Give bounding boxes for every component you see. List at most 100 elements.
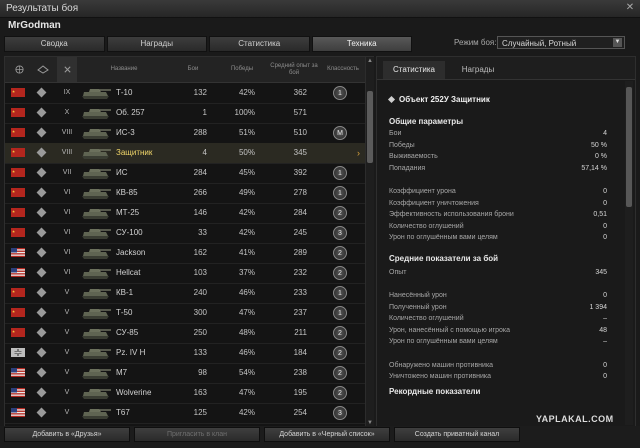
tier-cell: VI: [63, 249, 71, 256]
vehicle-name: Т-10: [116, 88, 133, 97]
col-wins[interactable]: Победы: [217, 57, 267, 82]
mastery-badge-icon: 1: [333, 286, 347, 300]
scroll-thumb[interactable]: [367, 91, 373, 163]
invite-clan-button[interactable]: Пригласить в клан: [134, 427, 260, 442]
stat-label: Количество оглушений: [389, 315, 464, 322]
table-row[interactable]: V Wolverine 163 47% 195 2: [5, 383, 365, 404]
table-row[interactable]: V T67 125 42% 254 3: [5, 403, 365, 424]
table-row[interactable]: X Об. 257 1 100% 571: [5, 103, 365, 124]
general-stat-row: Бои 4: [389, 129, 607, 139]
vehicle-name: Wolverine: [116, 388, 152, 397]
stat-label: Выживаемость: [389, 153, 438, 160]
vehicle-name: ИС: [116, 168, 128, 177]
stat-label: Урон по оглушённым вами целям: [389, 338, 498, 345]
damage-stat-row: Урон, нанесённый с помощью игрока 48: [389, 326, 607, 336]
tier-cell: VIII: [61, 129, 73, 136]
scroll-up-icon[interactable]: ▲: [366, 57, 374, 65]
tier-cell: V: [64, 309, 70, 316]
mastery-badge-icon: M: [333, 126, 347, 140]
ratio-stat-row: Урон по оглушённым вами целям 0: [389, 233, 607, 243]
tier-cell: V: [64, 369, 70, 376]
tier-sort-icon[interactable]: [57, 57, 77, 82]
detail-scrollbar[interactable]: [625, 81, 633, 425]
vehicle-name: Об. 257: [116, 108, 145, 117]
table-row[interactable]: VIII Защитник 4 50% 345 ›: [5, 143, 365, 164]
tab-vehicles[interactable]: Техника: [311, 36, 412, 52]
detail-tab-statistics[interactable]: Статистика: [383, 61, 445, 79]
stat-value: 0: [603, 373, 607, 380]
table-row[interactable]: VIII ИС-3 288 51% 510 M: [5, 123, 365, 144]
vehicle-class-icon: [36, 207, 47, 218]
wins-cell: 45%: [238, 168, 255, 177]
stat-value: 50 %: [591, 141, 607, 149]
mastery-badge-icon: 2: [333, 246, 347, 260]
table-scrollbar[interactable]: ▲ ▼: [365, 57, 374, 427]
wins-cell: 41%: [238, 248, 255, 257]
damage-stat-row: Урон по оглушённым вами целям –: [389, 337, 607, 347]
avg-exp-cell: 278: [293, 188, 307, 197]
avg-exp-cell: 184: [293, 348, 307, 357]
mastery-badge-icon: 1: [333, 166, 347, 180]
mastery-badge-icon: 2: [333, 346, 347, 360]
stat-value: 4: [603, 130, 607, 137]
table-row[interactable]: V Т-50 300 47% 237 1: [5, 303, 365, 324]
battles-cell: 98: [198, 368, 207, 377]
wins-cell: 46%: [238, 288, 255, 297]
avg-exp-cell: 289: [293, 248, 307, 257]
battles-cell: 133: [193, 348, 207, 357]
table-row[interactable]: VI МТ-25 146 42% 284 2: [5, 203, 365, 224]
battle-mode-select[interactable]: Случайный, Ротный ▼: [497, 36, 625, 49]
ratio-stat-row: Количество оглушений 0: [389, 222, 607, 232]
stat-value: 0: [603, 234, 607, 241]
table-row[interactable]: VI Jackson 162 41% 289 2: [5, 243, 365, 264]
add-friend-button[interactable]: Добавить в «Друзья»: [4, 427, 130, 442]
avg-exp-cell: 284: [293, 208, 307, 217]
col-name[interactable]: Название: [79, 57, 169, 82]
vehicle-name: СУ-100: [116, 228, 143, 237]
col-mastery[interactable]: Классность: [321, 57, 365, 82]
table-row[interactable]: V СУ-85 250 48% 211 2: [5, 323, 365, 344]
table-row[interactable]: V Pz. IV H 133 46% 184 2: [5, 343, 365, 364]
wins-cell: 100%: [234, 108, 255, 117]
create-channel-button[interactable]: Создать приватный канал: [394, 427, 520, 442]
battles-cell: 103: [193, 268, 207, 277]
add-blacklist-button[interactable]: Добавить в «Черный список»: [264, 427, 390, 442]
nation-sort-icon[interactable]: [9, 57, 29, 82]
stat-value: 345: [595, 268, 607, 276]
table-row[interactable]: V M7 98 54% 238 2: [5, 363, 365, 384]
avg-exp-cell: 232: [293, 268, 307, 277]
vehicle-class-icon: [36, 247, 47, 258]
mastery-badge-icon: 3: [333, 226, 347, 240]
type-sort-icon[interactable]: [31, 57, 55, 82]
ratio-stat-row: Коэффициент уничтожения 0: [389, 199, 607, 209]
vehicle-detail-panel: Статистика Награды Объект 252У Защитник …: [376, 56, 636, 428]
detail-scroll-thumb[interactable]: [626, 87, 632, 207]
table-row[interactable]: IX Т-10 132 42% 362 1: [5, 83, 365, 104]
battles-cell: 250: [193, 328, 207, 337]
col-battles[interactable]: Бои: [171, 57, 215, 82]
table-row[interactable]: VII ИС 284 45% 392 1: [5, 163, 365, 184]
window-title: Результаты боя: [6, 3, 79, 14]
detail-tab-awards[interactable]: Награды: [447, 61, 509, 79]
table-row[interactable]: VI КВ-85 266 49% 278 1: [5, 183, 365, 204]
stat-label: Полученный урон: [389, 303, 447, 311]
battles-cell: 300: [193, 308, 207, 317]
tab-statistics[interactable]: Статистика: [209, 36, 310, 52]
stat-value: 48: [599, 326, 607, 334]
mastery-badge-icon: 2: [333, 206, 347, 220]
average-stat-row: Опыт 345: [389, 268, 607, 278]
tier-cell: VI: [63, 209, 71, 216]
mastery-badge-icon: 1: [333, 306, 347, 320]
table-row[interactable]: V КВ-1 240 46% 233 1: [5, 283, 365, 304]
general-stat-row: Выживаемость 0 %: [389, 152, 607, 162]
stat-label: Победы: [389, 141, 415, 149]
close-icon[interactable]: ✕: [624, 2, 636, 14]
tab-summary[interactable]: Сводка: [4, 36, 105, 52]
table-row[interactable]: VI Hellcat 103 37% 232 2: [5, 263, 365, 284]
table-row[interactable]: VI СУ-100 33 42% 245 3: [5, 223, 365, 244]
col-avg-exp[interactable]: Средний опыт за бой: [269, 57, 319, 82]
stat-label: Эффективность использования брони: [389, 211, 514, 218]
spotting-stat-row: Обнаружено машин противника 0: [389, 361, 607, 371]
stat-label: Попадания: [389, 164, 426, 172]
tab-awards[interactable]: Награды: [106, 36, 207, 52]
